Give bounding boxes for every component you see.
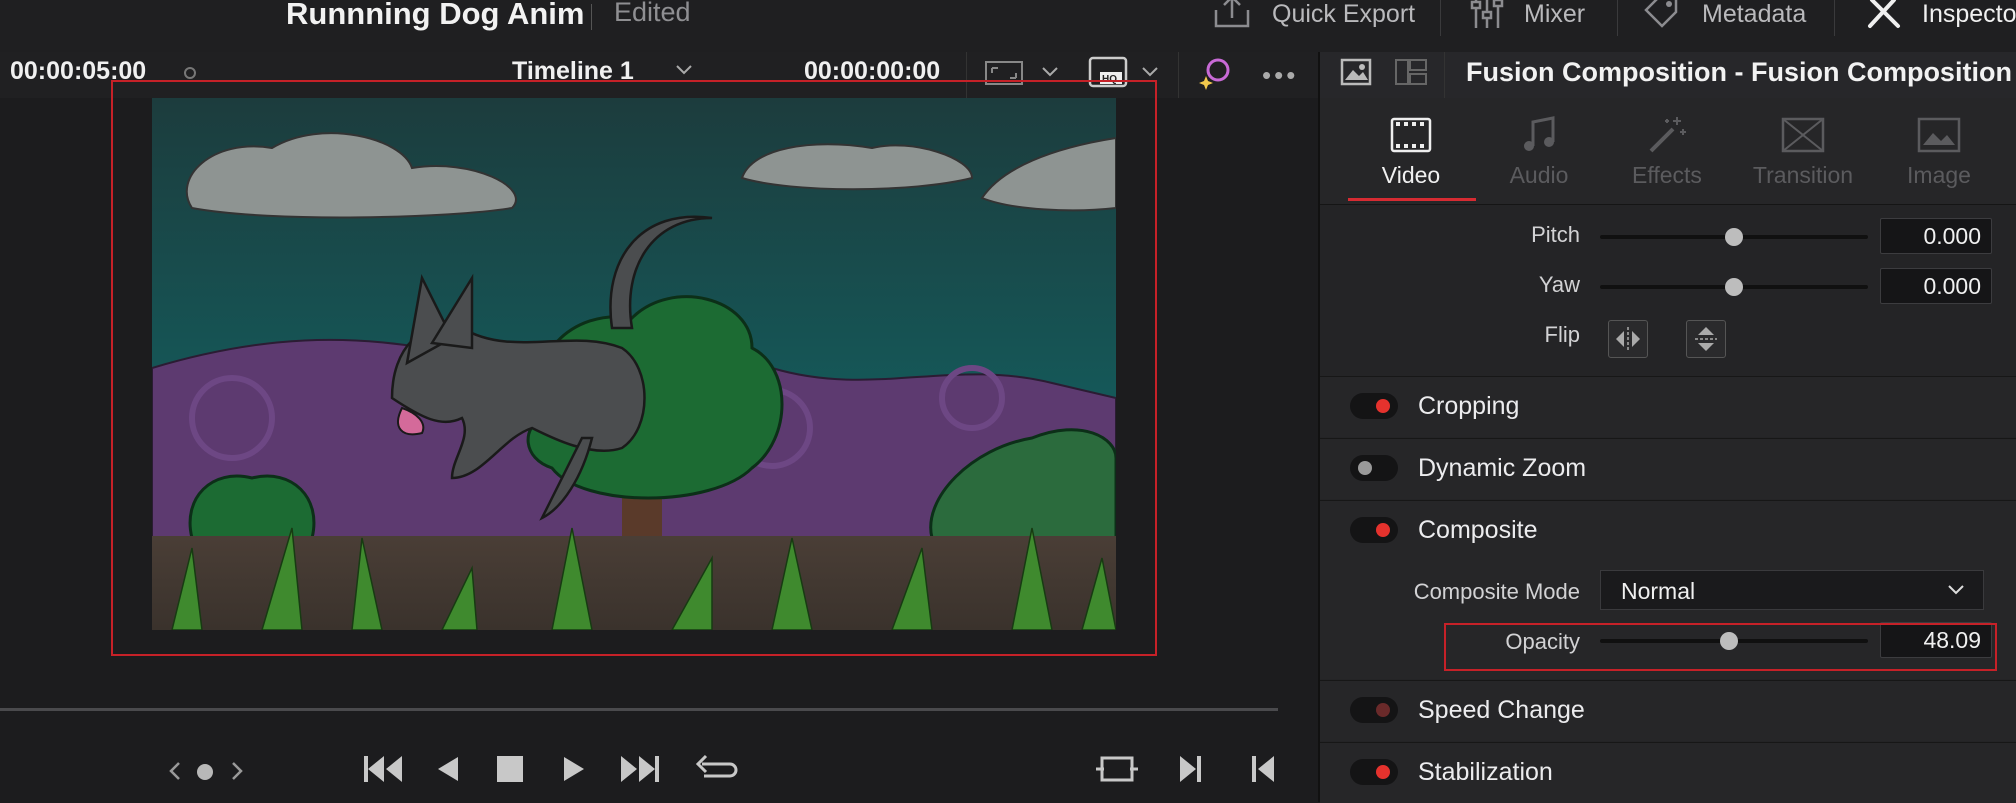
- split-view-icon[interactable]: [1394, 58, 1428, 86]
- tab-transition[interactable]: Transition: [1738, 114, 1868, 189]
- pitch-label: Pitch: [1531, 222, 1580, 247]
- composite-label: Composite: [1418, 516, 1538, 544]
- opacity-highlight-box: [1444, 623, 1997, 671]
- tab-image-label: Image: [1907, 162, 1971, 188]
- composite-mode-dropdown[interactable]: Normal: [1600, 570, 1984, 610]
- tab-image[interactable]: Image: [1874, 114, 2004, 189]
- project-title: Runnning Dog Anim: [286, 0, 585, 31]
- flip-vertical-button[interactable]: [1686, 320, 1726, 358]
- header-divider: [1178, 52, 1179, 98]
- header-divider: [1444, 52, 1445, 98]
- play-reverse-icon[interactable]: [436, 755, 460, 783]
- tab-audio[interactable]: Audio: [1474, 114, 1604, 189]
- more-options-icon[interactable]: •••: [1262, 60, 1298, 91]
- next-edit-icon[interactable]: [1178, 754, 1204, 784]
- flip-label: Flip: [1544, 322, 1580, 347]
- dynamic-zoom-label: Dynamic Zoom: [1418, 454, 1587, 482]
- film-icon: [1390, 117, 1432, 153]
- chevron-down-icon[interactable]: [1946, 582, 1966, 598]
- inspector-tools-icon: [1868, 0, 1900, 28]
- loop-icon[interactable]: [694, 752, 738, 784]
- chevron-down-icon[interactable]: [1140, 64, 1160, 80]
- inspector-button[interactable]: Inspecto: [1866, 0, 2016, 30]
- go-to-end-icon[interactable]: [619, 754, 661, 784]
- stop-icon[interactable]: [497, 756, 523, 782]
- yaw-value-field[interactable]: 0.000: [1880, 268, 1992, 304]
- composite-mode-value: Normal: [1621, 578, 1696, 604]
- tab-audio-label: Audio: [1509, 162, 1569, 188]
- cropping-toggle[interactable]: [1350, 393, 1398, 419]
- transition-icon: [1781, 117, 1825, 153]
- stabilization-toggle[interactable]: [1350, 759, 1398, 785]
- tab-video[interactable]: Video: [1346, 114, 1476, 189]
- flip-horizontal-icon: [1616, 327, 1640, 351]
- tab-video-label: Video: [1381, 162, 1441, 188]
- metadata-button[interactable]: Metadata: [1642, 0, 1806, 30]
- jog-center-dot[interactable]: [197, 764, 213, 780]
- mixer-icon: [1470, 0, 1504, 28]
- color-effects-icon[interactable]: [1196, 56, 1234, 90]
- pitch-value-field[interactable]: 0.000: [1880, 218, 1992, 254]
- music-note-icon: [1524, 116, 1555, 151]
- safe-area-highlight: [111, 80, 1157, 656]
- play-icon[interactable]: [562, 755, 586, 783]
- speed-change-label: Speed Change: [1418, 696, 1585, 724]
- quick-export-button[interactable]: Quick Export: [1212, 0, 1415, 30]
- inspector-title: Fusion Composition - Fusion Composition …: [1466, 57, 2016, 87]
- quick-export-label: Quick Export: [1272, 0, 1416, 28]
- composite-mode-label: Composite Mode: [1413, 579, 1580, 604]
- pitch-slider-knob[interactable]: [1725, 228, 1743, 246]
- flip-vertical-icon: [1695, 327, 1717, 351]
- image-icon: [1917, 117, 1961, 153]
- magic-wand-icon: [1649, 117, 1686, 153]
- cropping-label: Cropping: [1418, 392, 1520, 420]
- chevron-down-icon[interactable]: [1040, 64, 1060, 80]
- top-divider: [1834, 0, 1835, 36]
- dynamic-zoom-toggle[interactable]: [1350, 455, 1398, 481]
- composite-toggle[interactable]: [1350, 517, 1398, 543]
- jog-right-icon[interactable]: [228, 760, 246, 782]
- mixer-label: Mixer: [1524, 0, 1586, 28]
- yaw-label: Yaw: [1538, 272, 1580, 297]
- yaw-slider-knob[interactable]: [1725, 278, 1743, 296]
- timecode-indicator: [184, 67, 196, 79]
- inspector-label: Inspecto: [1922, 0, 2016, 28]
- title-divider: [591, 4, 592, 30]
- speed-change-toggle[interactable]: [1350, 697, 1398, 723]
- active-tab-indicator: [1348, 198, 1476, 201]
- go-to-start-icon[interactable]: [362, 754, 404, 784]
- jog-left-icon[interactable]: [166, 760, 184, 782]
- mixer-button[interactable]: Mixer: [1470, 0, 1585, 30]
- tab-transition-label: Transition: [1752, 162, 1854, 188]
- edited-status: Edited: [614, 0, 691, 27]
- playhead-scrubber[interactable]: [0, 708, 1278, 711]
- stabilization-label: Stabilization: [1418, 758, 1553, 786]
- chevron-down-icon[interactable]: [674, 60, 694, 80]
- match-frame-icon[interactable]: [1096, 754, 1138, 784]
- flip-horizontal-button[interactable]: [1608, 320, 1648, 358]
- tab-effects[interactable]: Effects: [1602, 114, 1732, 189]
- export-icon: [1214, 0, 1250, 28]
- tab-effects-label: Effects: [1632, 162, 1702, 188]
- metadata-label: Metadata: [1702, 0, 1807, 28]
- metadata-tag-icon: [1644, 0, 1678, 28]
- top-divider: [1440, 0, 1441, 36]
- top-divider: [1617, 0, 1618, 36]
- image-view-icon[interactable]: [1340, 58, 1372, 86]
- previous-edit-icon[interactable]: [1250, 754, 1276, 784]
